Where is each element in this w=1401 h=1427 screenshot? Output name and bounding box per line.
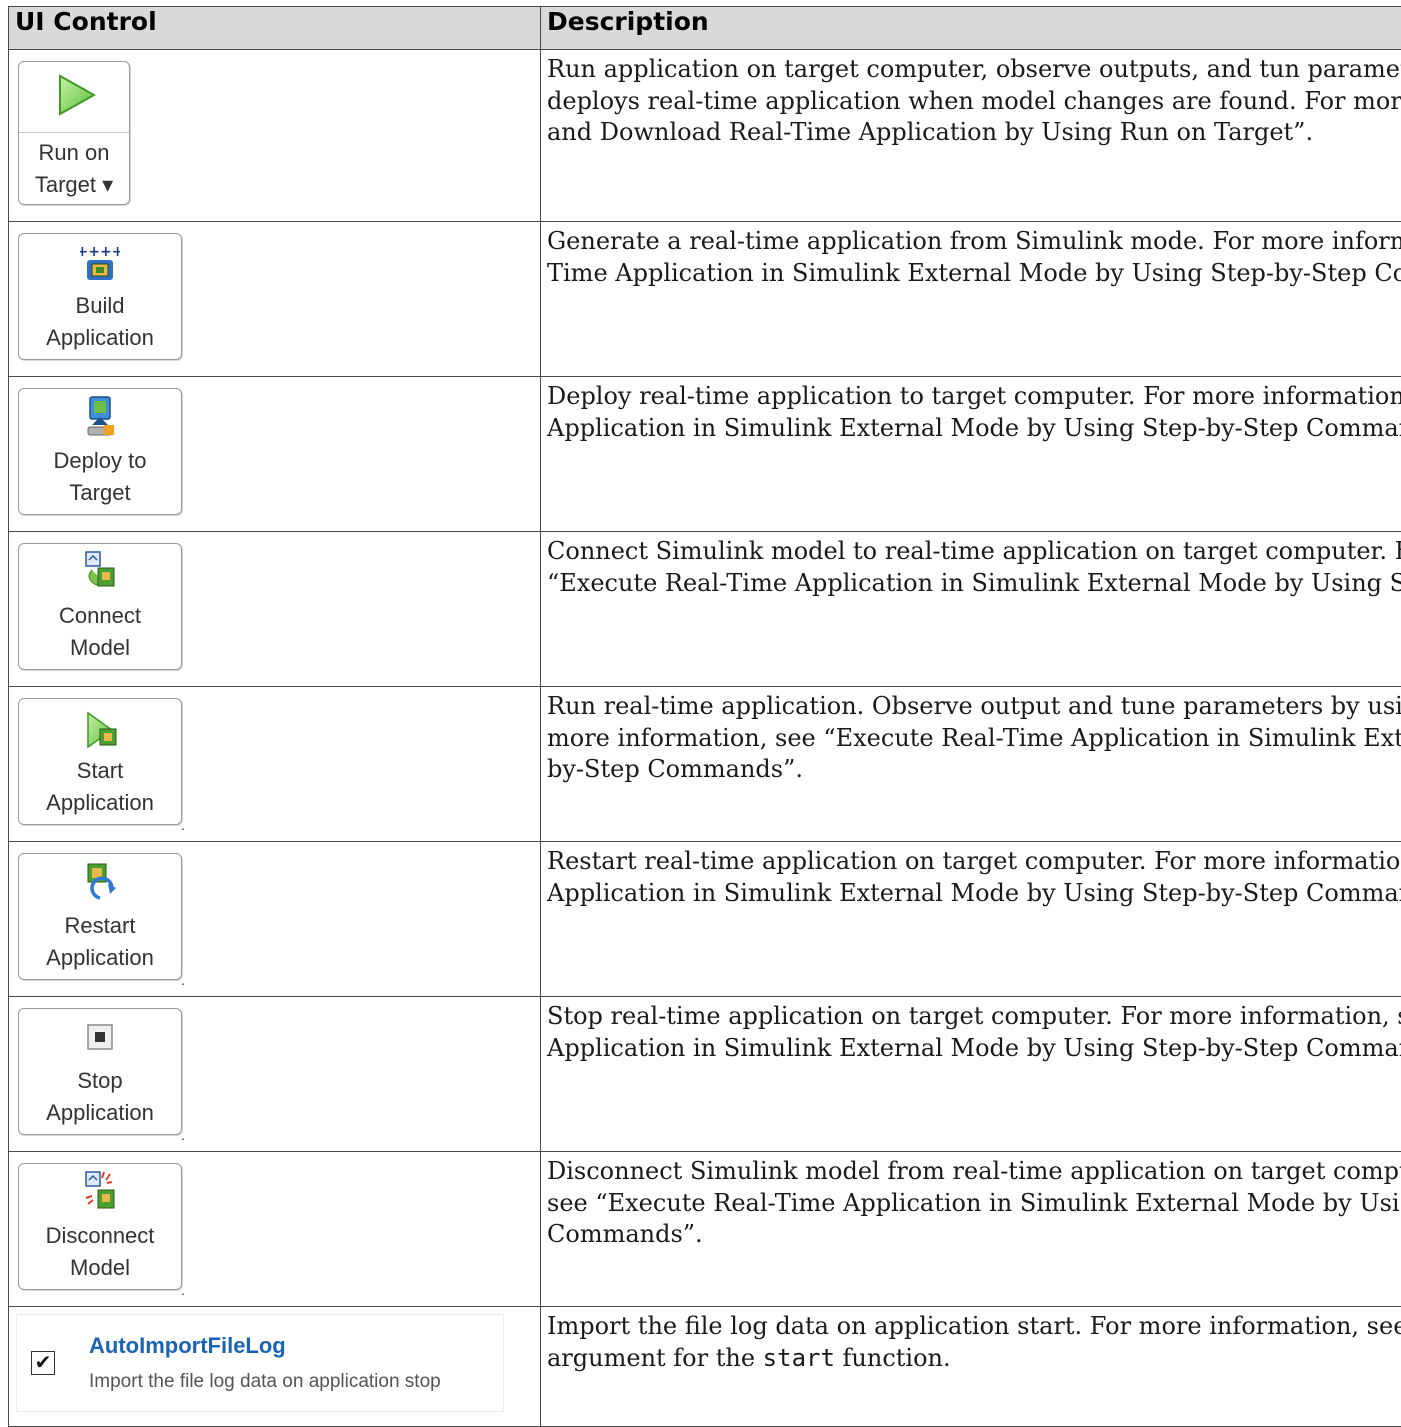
autoimportfilelog-subtext: Import the file log data on application …	[89, 1371, 441, 1392]
description-cell: Run real-time application. Observe outpu…	[540, 686, 1401, 842]
table-row: Restart Application . Restart real-time …	[8, 841, 1401, 997]
table-row: Start Application . Run real-time applic…	[8, 686, 1401, 842]
autoimportfilelog-checkbox[interactable]: ✔	[31, 1351, 55, 1375]
table-row: ✔ AutoImportFileLog Import the file log …	[8, 1306, 1401, 1427]
description-cell: Deploy real-time application to target c…	[540, 376, 1401, 532]
description-line: “Execute Real-Time Application in Simuli…	[547, 568, 1401, 597]
stop-application-icon	[87, 1024, 113, 1050]
button-label: Disconnect	[45, 1223, 155, 1248]
description-line: by-Step Commands”.	[547, 755, 803, 783]
svg-text:++++: ++++	[80, 244, 120, 260]
disconnect-model-button[interactable]: Disconnect Model	[18, 1163, 182, 1290]
caption-marker: .	[181, 1127, 185, 1143]
description-line: Deploy real-time application to target c…	[547, 382, 1401, 410]
deploy-to-target-icon	[87, 396, 114, 436]
description-line: see “Execute Real-Time Application in Si…	[547, 1188, 1400, 1217]
build-application-button[interactable]: ++++ Build Application	[18, 233, 182, 360]
description-line: more information, see “Execute Real-Time…	[547, 723, 1401, 752]
autoimportfilelog-name: AutoImportFileLog	[89, 1333, 286, 1358]
button-label: Restart	[64, 913, 136, 938]
control-cell: Run on Target ▾	[8, 49, 541, 222]
control-cell: Stop Application .	[8, 996, 541, 1152]
disconnect-model-icon	[85, 1171, 115, 1209]
build-application-icon: ++++	[80, 244, 120, 280]
description-line: deploys real-time application when model…	[547, 86, 1401, 115]
button-label: Target	[69, 480, 131, 505]
description-cell: Connect Simulink model to real-time appl…	[540, 531, 1401, 687]
deploy-to-target-button[interactable]: Deploy to Target	[18, 388, 182, 515]
button-label: Application	[46, 325, 154, 350]
description-cell: Import the file log data on application …	[540, 1306, 1401, 1427]
description-line: Import the file log data on application …	[547, 1312, 1401, 1340]
button-label: Start	[76, 758, 124, 783]
header-ui-control: UI Control	[8, 6, 541, 50]
run-on-target-icon	[59, 74, 97, 116]
description-line: and Download Real-Time Application by Us…	[547, 118, 1314, 146]
run-on-target-button[interactable]: Run on Target ▾	[18, 61, 130, 205]
table-row: Stop Application . Stop real-time applic…	[8, 996, 1401, 1152]
control-cell: Start Application .	[8, 686, 541, 842]
control-cell: Connect Model	[8, 531, 541, 687]
button-label: Run on	[38, 140, 110, 165]
checkmark-icon: ✔	[34, 1352, 52, 1374]
description-cell: Generate a real-time application from Si…	[540, 221, 1401, 377]
button-label: Model	[70, 635, 130, 660]
autoimportfilelog-option: ✔ AutoImportFileLog Import the file log …	[17, 1315, 503, 1411]
description-line: Disconnect Simulink model from real-time…	[547, 1157, 1401, 1185]
button-label: Application	[46, 790, 154, 815]
table-header-row: UI Control Description	[8, 6, 1401, 50]
table-row: Run on Target ▾ Run application on targe…	[8, 49, 1401, 222]
stop-application-button[interactable]: Stop Application	[18, 1008, 182, 1135]
description-cell: Stop real-time application on target com…	[540, 996, 1401, 1152]
header-description: Description	[540, 6, 1401, 50]
split-divider	[19, 132, 129, 133]
start-application-button[interactable]: Start Application	[18, 698, 182, 825]
control-cell: Deploy to Target	[8, 376, 541, 532]
description-text: argument for the	[547, 1343, 763, 1372]
description-line: Restart real-time application on target …	[547, 847, 1401, 875]
ui-control-table: UI Control Description Run on Target ▾ R…	[8, 6, 1401, 1427]
description-text: function.	[834, 1343, 951, 1372]
start-application-icon	[87, 711, 117, 749]
description-line: Application in Simulink External Mode by…	[547, 878, 1401, 907]
description-cell: Restart real-time application on target …	[540, 841, 1401, 997]
description-cell: Disconnect Simulink model from real-time…	[540, 1151, 1401, 1307]
caption-marker: .	[181, 972, 185, 988]
table-row: Deploy to Target Deploy real-time applic…	[8, 376, 1401, 532]
button-label: Connect	[59, 603, 141, 628]
button-label: Application	[46, 1100, 154, 1125]
button-dropdown-label[interactable]: Target ▾	[19, 169, 129, 201]
button-label: Stop	[77, 1068, 123, 1093]
description-line: Time Application in Simulink External Mo…	[547, 258, 1401, 287]
description-line: Application in Simulink External Mode by…	[547, 413, 1401, 442]
control-cell: ++++ Build Application	[8, 221, 541, 377]
table-row: ++++ Build Application Generate a real-t…	[8, 221, 1401, 377]
description-line: Application in Simulink External Mode by…	[547, 1033, 1401, 1062]
description-line: argument for the start function.	[547, 1343, 1401, 1375]
description-line: Run real-time application. Observe outpu…	[547, 692, 1401, 720]
button-label: Build	[75, 293, 125, 318]
button-label: Application	[46, 945, 154, 970]
description-line: Commands”.	[547, 1220, 703, 1248]
description-line: Generate a real-time application from Si…	[547, 227, 1401, 255]
control-cell: ✔ AutoImportFileLog Import the file log …	[8, 1306, 541, 1427]
table-row: Connect Model Connect Simulink model to …	[8, 531, 1401, 687]
connect-model-button[interactable]: Connect Model	[18, 543, 182, 670]
caption-marker: .	[181, 817, 185, 833]
restart-application-icon	[87, 863, 116, 900]
connect-model-icon	[85, 551, 115, 587]
description-line: Run application on target computer, obse…	[547, 55, 1401, 83]
description-line: Stop real-time application on target com…	[547, 1002, 1401, 1030]
control-cell: Disconnect Model .	[8, 1151, 541, 1307]
start-function-code: start	[762, 1343, 835, 1372]
caption-marker: .	[181, 1282, 185, 1298]
button-label: Model	[70, 1255, 130, 1280]
table-row: Disconnect Model . Disconnect Simulink m…	[8, 1151, 1401, 1307]
restart-application-button[interactable]: Restart Application	[18, 853, 182, 980]
description-line: Connect Simulink model to real-time appl…	[547, 537, 1401, 565]
control-cell: Restart Application .	[8, 841, 541, 997]
description-cell: Run application on target computer, obse…	[540, 49, 1401, 222]
button-label: Deploy to	[53, 448, 147, 473]
